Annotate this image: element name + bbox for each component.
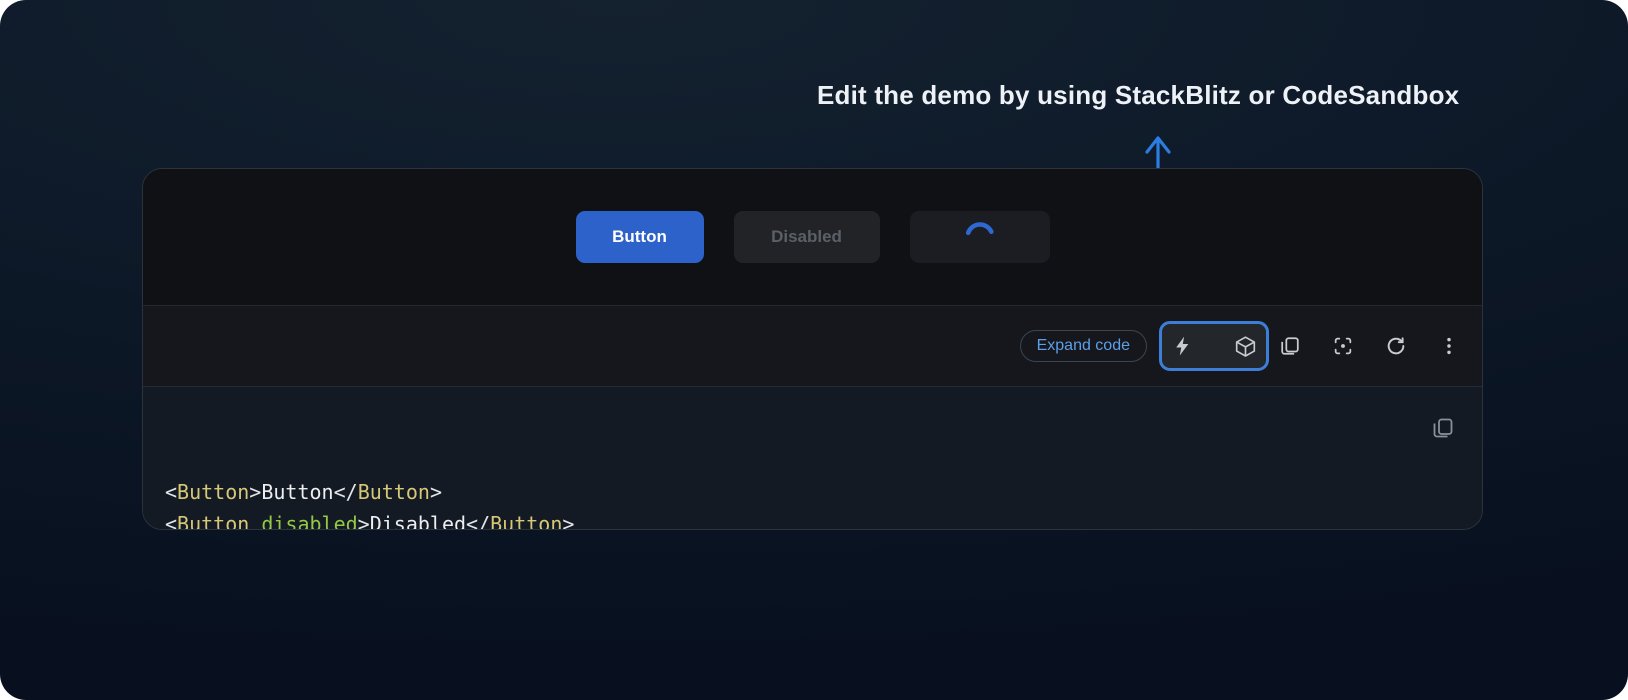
code-line: <Button disabled>Disabled</Button> [165, 508, 1482, 530]
demo-card: Button Disabled Expand code [142, 168, 1483, 530]
more-actions-button[interactable] [1434, 331, 1464, 361]
code-line: <Button>Button</Button> [165, 476, 1482, 508]
stackblitz-button[interactable] [1168, 331, 1198, 361]
toolbar-icon-row [1275, 331, 1464, 361]
stackblitz-lightning-icon [1172, 335, 1194, 357]
copy-code-button[interactable] [1275, 331, 1305, 361]
codesandbox-button[interactable] [1230, 331, 1260, 361]
copy-icon [1431, 416, 1455, 440]
copy-snippet-button[interactable] [1428, 413, 1458, 443]
primary-button[interactable]: Button [576, 211, 704, 263]
refresh-demo-button[interactable] [1381, 331, 1411, 361]
isolate-icon [1332, 335, 1354, 357]
loading-spinner-icon [965, 222, 995, 252]
loading-button[interactable] [910, 211, 1050, 263]
demo-preview-section: Button Disabled [143, 169, 1482, 305]
edit-online-highlight-group [1159, 321, 1269, 371]
code-lines: <Button>Button</Button><Button disabled>… [165, 476, 1482, 530]
isolate-demo-button[interactable] [1328, 331, 1358, 361]
more-vertical-icon [1438, 335, 1460, 357]
annotation-caption: Edit the demo by using StackBlitz or Cod… [817, 80, 1459, 111]
copy-icon [1279, 335, 1301, 357]
demo-toolbar: Expand code [143, 305, 1482, 386]
disabled-button[interactable]: Disabled [734, 211, 880, 263]
codesandbox-cube-icon [1234, 335, 1257, 358]
code-block: <Button>Button</Button><Button disabled>… [143, 386, 1482, 529]
expand-code-button[interactable]: Expand code [1020, 330, 1147, 362]
arrow-up-head [1147, 138, 1169, 152]
refresh-icon [1385, 335, 1407, 357]
page-background: Edit the demo by using StackBlitz or Cod… [0, 0, 1628, 700]
